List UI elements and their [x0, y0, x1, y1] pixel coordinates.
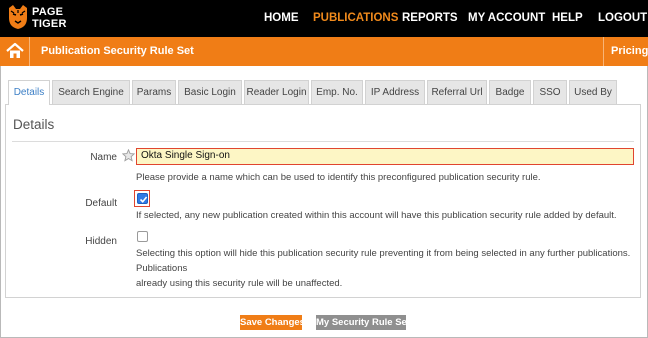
- checkmark-icon: [139, 196, 148, 203]
- nav-help[interactable]: HELP: [552, 12, 583, 24]
- brand-line-1: PAGE: [32, 6, 64, 18]
- tab-params[interactable]: Params: [132, 80, 176, 104]
- section-bar: Publication Security Rule Set Pricing: [0, 37, 648, 66]
- tab-reader-login[interactable]: Reader Login: [244, 80, 309, 104]
- top-nav-bar: PAGE TIGER HOME PUBLICATIONS REPORTS MY …: [0, 0, 648, 37]
- name-help-text: Please provide a name which can be used …: [136, 172, 541, 183]
- home-icon: [6, 42, 24, 58]
- brand-wordmark: PAGE TIGER: [32, 6, 67, 30]
- hidden-help-line-2: already using this security rule will be…: [136, 278, 343, 289]
- default-label: Default: [85, 198, 117, 209]
- panel-title: Details: [13, 117, 55, 132]
- page-title: Publication Security Rule Set: [41, 45, 194, 57]
- nav-logout[interactable]: LOGOUT: [598, 12, 647, 24]
- tab-basic-login[interactable]: Basic Login: [178, 80, 242, 104]
- tab-referral-url[interactable]: Referral Url: [427, 80, 487, 104]
- tab-details[interactable]: Details: [8, 80, 50, 105]
- name-label: Name: [90, 152, 117, 163]
- nav-home[interactable]: HOME: [264, 12, 299, 24]
- brand-line-2: TIGER: [32, 18, 67, 30]
- pricing-button[interactable]: Pricing: [603, 37, 648, 66]
- default-checkbox[interactable]: [137, 193, 148, 204]
- tab-search-engine[interactable]: Search Engine: [52, 80, 130, 104]
- tab-used-by[interactable]: Used By: [569, 80, 617, 104]
- hidden-label: Hidden: [85, 236, 117, 247]
- brand-logo[interactable]: PAGE TIGER: [7, 4, 77, 34]
- star-icon[interactable]: [122, 149, 135, 162]
- hidden-checkbox[interactable]: [137, 231, 148, 242]
- hidden-help-line-1: Selecting this option will hide this pub…: [136, 248, 631, 274]
- nav-reports[interactable]: REPORTS: [402, 12, 458, 24]
- tab-emp-no[interactable]: Emp. No.: [311, 80, 363, 104]
- tab-ip-address[interactable]: IP Address: [365, 80, 425, 104]
- my-security-rule-sets-button[interactable]: My Security Rule Sets: [316, 315, 415, 330]
- default-help-text: If selected, any new publication created…: [136, 210, 617, 221]
- tab-sso[interactable]: SSO: [533, 80, 567, 104]
- tiger-logo-icon: [9, 5, 27, 29]
- nav-publications[interactable]: PUBLICATIONS: [313, 12, 398, 24]
- hidden-help-text: Selecting this option will hide this pub…: [136, 246, 648, 291]
- pricing-label: Pricing: [611, 45, 648, 57]
- home-button[interactable]: [0, 37, 30, 66]
- panel-divider: [12, 141, 634, 142]
- nav-my-account[interactable]: MY ACCOUNT: [468, 12, 545, 24]
- name-input[interactable]: Okta Single Sign-on: [136, 148, 634, 165]
- save-changes-button[interactable]: Save Changes: [240, 315, 305, 330]
- tab-badge[interactable]: Badge: [489, 80, 531, 104]
